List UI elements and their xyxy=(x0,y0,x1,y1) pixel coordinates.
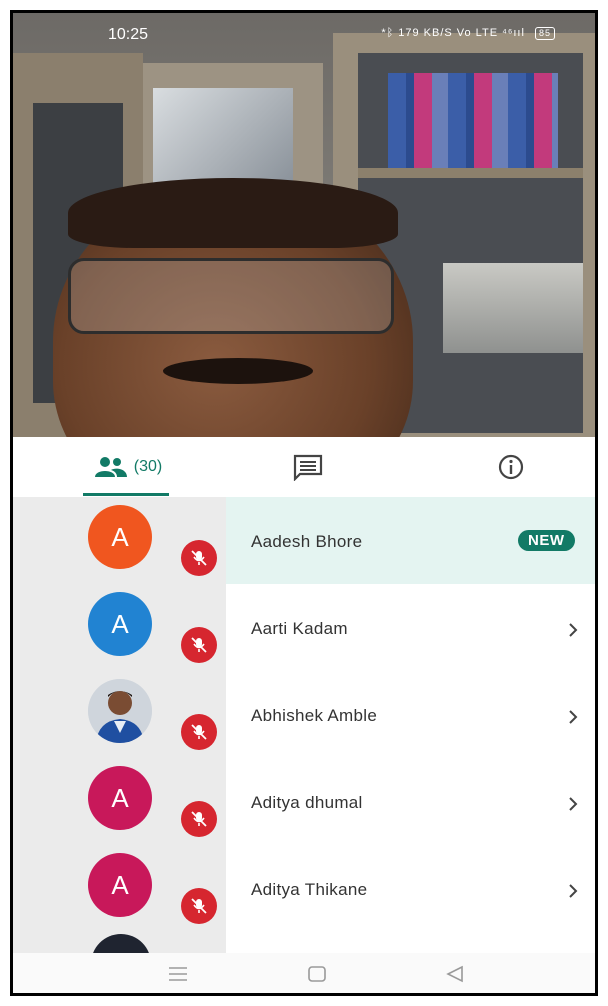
binders xyxy=(388,73,558,168)
chat-icon xyxy=(293,454,323,481)
phone-screen: 10:25 *ᛒ 179 KB/S Vo LTE ⁴⁶ııl 85 (30) A… xyxy=(10,10,598,996)
mic-off-icon xyxy=(181,801,217,837)
glasses xyxy=(68,258,394,334)
back-icon[interactable] xyxy=(445,965,465,988)
papers xyxy=(443,263,583,353)
mic-off-icon xyxy=(181,888,217,924)
list-item[interactable]: A Aditya Thikane xyxy=(13,845,595,932)
home-icon[interactable] xyxy=(307,965,327,988)
people-icon xyxy=(94,457,127,477)
avatar-photo xyxy=(88,679,152,743)
chevron-right-icon[interactable] xyxy=(563,707,583,727)
chevron-right-icon[interactable] xyxy=(563,620,583,640)
status-bar: 10:25 *ᛒ 179 KB/S Vo LTE ⁴⁶ııl 85 xyxy=(13,13,595,55)
list-item[interactable]: A Aarti Kadam xyxy=(13,584,595,671)
tab-info[interactable] xyxy=(481,437,541,497)
active-tab-indicator xyxy=(83,493,169,496)
network-indicator: *ᛒ 179 KB/S Vo LTE ⁴⁶ııl xyxy=(381,27,525,39)
chevron-right-icon[interactable] xyxy=(563,794,583,814)
participant-name: Aarti Kadam xyxy=(251,619,348,638)
system-nav-bar xyxy=(13,953,595,993)
avatar: A xyxy=(88,766,152,830)
chevron-right-icon[interactable] xyxy=(563,881,583,901)
list-item[interactable]: Abhishek Amble xyxy=(13,671,595,758)
battery-icon: 85 xyxy=(534,27,555,40)
participant-count: (30) xyxy=(133,458,163,475)
menu-icon[interactable] xyxy=(168,965,188,988)
list-item[interactable]: A Aadesh Bhore NEW xyxy=(13,497,595,584)
info-icon xyxy=(498,454,524,480)
list-item[interactable] xyxy=(13,932,595,953)
avatar: A xyxy=(88,592,152,656)
participant-name: Aditya dhumal xyxy=(251,793,363,812)
tab-participants[interactable]: (30) xyxy=(53,437,203,497)
participant-name: Abhishek Amble xyxy=(251,706,378,725)
avatar: A xyxy=(88,505,152,569)
participant-name: Aadesh Bhore xyxy=(251,532,363,551)
new-badge: NEW xyxy=(518,530,575,551)
list-item[interactable]: A Aditya dhumal xyxy=(13,758,595,845)
status-icons: *ᛒ 179 KB/S Vo LTE ⁴⁶ııl 85 xyxy=(381,27,555,40)
participant-name: Aditya Thikane xyxy=(251,880,368,899)
avatar: A xyxy=(88,853,152,917)
tab-chat[interactable] xyxy=(278,437,338,497)
participant-list[interactable]: A Aadesh Bhore NEW A Aarti Kadam Abhishe… xyxy=(13,497,595,953)
video-feed[interactable]: 10:25 *ᛒ 179 KB/S Vo LTE ⁴⁶ııl 85 xyxy=(13,13,595,437)
tab-bar: (30) xyxy=(13,437,595,498)
status-time: 10:25 xyxy=(108,26,149,43)
mustache xyxy=(163,358,313,384)
shelf xyxy=(358,168,583,178)
person-hair xyxy=(68,178,398,248)
mic-off-icon xyxy=(181,540,217,576)
mic-off-icon xyxy=(181,714,217,750)
mic-off-icon xyxy=(181,627,217,663)
